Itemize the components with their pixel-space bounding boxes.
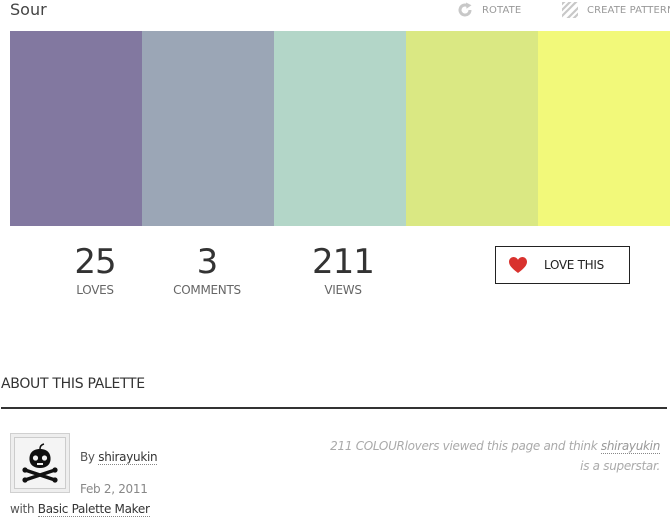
swatch-4[interactable] xyxy=(406,31,538,226)
rotate-button[interactable]: ROTATE xyxy=(457,2,521,18)
swatch-5[interactable] xyxy=(538,31,670,226)
superstar-note: 211 COLOURlovers viewed this page and th… xyxy=(320,436,660,476)
with-prefix: with xyxy=(10,502,35,516)
loves-count: 25 xyxy=(74,242,116,282)
superstar-author-link[interactable]: shirayukin xyxy=(600,439,660,454)
author-avatar[interactable] xyxy=(10,433,70,493)
swatch-3[interactable] xyxy=(274,31,406,226)
views-count: 211 xyxy=(312,242,375,282)
superstar-prefix: 211 COLOURlovers viewed this page and th… xyxy=(330,439,598,453)
heart-icon xyxy=(508,256,528,274)
comments-count: 3 xyxy=(196,242,219,282)
rotate-icon xyxy=(457,2,473,18)
swatch-2[interactable] xyxy=(142,31,274,226)
by-prefix: By xyxy=(80,450,95,464)
pattern-icon xyxy=(559,0,581,21)
skull-crossbones-icon xyxy=(14,437,66,489)
love-this-label: LOVE THIS xyxy=(544,258,604,272)
about-section-title: ABOUT THIS PALETTE xyxy=(1,376,145,392)
create-pattern-button[interactable]: CREATE PATTERN xyxy=(559,0,670,21)
swatch-1[interactable] xyxy=(10,31,142,226)
palette-maker-link[interactable]: Basic Palette Maker xyxy=(37,502,150,517)
section-divider xyxy=(1,407,667,409)
love-this-button[interactable]: LOVE THIS xyxy=(495,246,630,284)
comments-label: COMMENTS xyxy=(173,283,241,297)
author-line: By shirayukin xyxy=(80,450,158,465)
comments-stat[interactable]: 3 COMMENTS xyxy=(152,242,262,298)
create-pattern-label: CREATE PATTERN xyxy=(587,4,670,16)
rotate-label: ROTATE xyxy=(482,4,522,16)
publish-date: Feb 2, 2011 xyxy=(80,482,148,496)
views-label: VIEWS xyxy=(324,283,362,297)
loves-stat: 25 LOVES xyxy=(40,242,150,298)
made-with-line: with Basic Palette Maker xyxy=(10,502,150,517)
superstar-suffix: is a superstar. xyxy=(580,459,660,473)
loves-label: LOVES xyxy=(76,283,114,297)
author-link[interactable]: shirayukin xyxy=(98,450,158,465)
palette-swatches xyxy=(10,31,670,226)
palette-title: Sour xyxy=(10,0,47,19)
views-stat: 211 VIEWS xyxy=(288,242,398,298)
